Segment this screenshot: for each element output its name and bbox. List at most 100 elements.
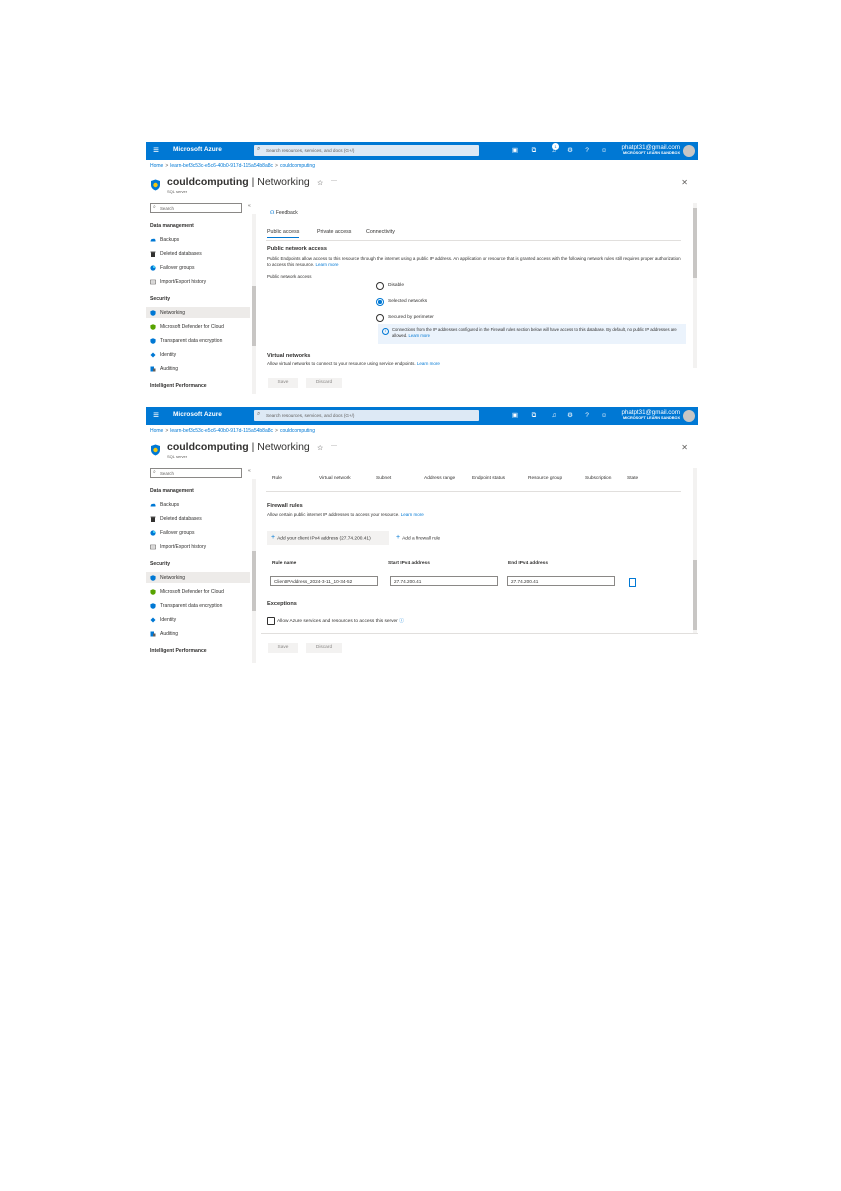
close-icon[interactable]: ✕ — [681, 443, 688, 452]
sidebar-item-import-export[interactable]: Import/Export history — [146, 276, 250, 287]
vnet-col-rule[interactable]: Rule — [272, 476, 282, 481]
end-ip-input[interactable]: 27.74.200.41 — [507, 576, 615, 586]
menu-group-data-management: Data management — [150, 223, 194, 229]
brand-link[interactable]: Microsoft Azure — [173, 411, 222, 418]
help-icon[interactable]: ? — [582, 411, 592, 421]
vnet-col-resource-group[interactable]: Resource group — [528, 476, 562, 481]
more-options-icon[interactable]: ··· — [331, 178, 337, 184]
allow-azure-services-checkbox[interactable] — [267, 617, 275, 625]
firewall-learn-more-link[interactable]: Learn more — [401, 512, 424, 517]
sql-server-shield-icon — [151, 179, 160, 191]
help-icon[interactable]: ? — [582, 146, 592, 156]
add-client-ip-button[interactable]: + Add your client IPv4 address (27.74.200… — [267, 531, 389, 545]
sidebar-item-deleted-databases[interactable]: Deleted databases — [146, 248, 250, 259]
vnet-col-subnet[interactable]: Subnet — [376, 476, 391, 481]
cloud-shell-icon[interactable]: ▣ — [510, 411, 520, 421]
sidebar-item-label: Microsoft Defender for Cloud — [160, 589, 224, 595]
sidebar-item-identity[interactable]: Identity — [146, 349, 250, 360]
vnet-col-virtual-network[interactable]: Virtual network — [319, 476, 351, 481]
sidebar-item-tde[interactable]: Transparent data encryption — [146, 600, 250, 611]
global-search-input[interactable]: ⌕ Search resources, services, and docs (… — [254, 410, 479, 421]
close-icon[interactable]: ✕ — [681, 178, 688, 187]
sidebar-item-networking[interactable]: Networking — [146, 572, 250, 583]
radio-selected-networks[interactable] — [376, 298, 384, 306]
menu-search-input[interactable]: ⌕ Search — [150, 468, 242, 478]
breadcrumb-home[interactable]: Home — [150, 163, 163, 169]
avatar[interactable] — [683, 145, 695, 157]
collapse-menu-icon[interactable]: « — [248, 468, 251, 474]
collapse-menu-icon[interactable]: « — [248, 203, 251, 209]
menu-scrollbar-thumb[interactable] — [252, 551, 256, 611]
vnet-col-address-range[interactable]: Address range — [424, 476, 455, 481]
info-learn-more-link[interactable]: Learn more — [409, 333, 430, 338]
sidebar-item-backups[interactable]: Backups — [146, 499, 250, 510]
feedback-button[interactable]: ☊ Feedback — [270, 210, 298, 216]
favorite-star-icon[interactable]: ☆ — [317, 444, 323, 452]
page-title: couldcomputing | Networking — [167, 176, 310, 188]
content-scrollbar-thumb[interactable] — [693, 208, 697, 278]
hamburger-menu-icon[interactable]: ≡ — [150, 144, 162, 158]
directory-filter-icon[interactable]: ⧉ — [529, 146, 539, 156]
sidebar-item-deleted-databases[interactable]: Deleted databases — [146, 513, 250, 524]
auditing-icon — [150, 631, 156, 636]
discard-button[interactable]: Discard — [306, 378, 342, 388]
sidebar-item-tde[interactable]: Transparent data encryption — [146, 335, 250, 346]
breadcrumb-home[interactable]: Home — [150, 428, 163, 434]
feedback-person-icon[interactable]: ☺ — [599, 146, 609, 156]
learn-more-link[interactable]: Learn more — [316, 262, 339, 267]
directory-filter-icon[interactable]: ⧉ — [529, 411, 539, 421]
breadcrumb-server[interactable]: couldcomputing — [280, 428, 315, 434]
sidebar-item-auditing[interactable]: Auditing — [146, 363, 250, 374]
save-button[interactable]: Save — [268, 378, 298, 388]
radio-disable[interactable] — [376, 282, 384, 290]
hamburger-menu-icon[interactable]: ≡ — [150, 409, 162, 423]
vnet-col-state[interactable]: State — [627, 476, 638, 481]
sidebar-item-defender[interactable]: Microsoft Defender for Cloud — [146, 321, 250, 332]
account-menu[interactable]: phatpt31@gmail.com MICROSOFT LEARN SANDB… — [621, 144, 680, 156]
avatar[interactable] — [683, 410, 695, 422]
sidebar-item-label: Auditing — [160, 366, 179, 372]
delete-rule-trash-icon[interactable] — [629, 578, 636, 587]
cloud-shell-icon[interactable]: ▣ — [510, 146, 520, 156]
add-firewall-rule-button[interactable]: + Add a firewall rule — [392, 531, 452, 545]
brand-link[interactable]: Microsoft Azure — [173, 146, 222, 153]
menu-scrollbar-thumb[interactable] — [252, 286, 256, 346]
menu-search-input[interactable]: ⌕ Search — [150, 203, 242, 213]
breadcrumb-resource-group[interactable]: learn-bef3c53c-e5c6-40b0-917d-115a54b8a8… — [170, 428, 273, 434]
sidebar-item-failover-groups[interactable]: Failover groups — [146, 262, 250, 273]
settings-gear-icon[interactable]: ⚙ — [565, 146, 575, 156]
radio-secured-by-perimeter[interactable] — [376, 314, 384, 322]
vnet-learn-more-link[interactable]: Learn more — [417, 361, 440, 366]
sidebar-item-failover-groups[interactable]: Failover groups — [146, 527, 250, 538]
notifications-bell-icon[interactable]: ♫ — [549, 411, 559, 421]
sidebar-item-networking[interactable]: Networking — [146, 307, 250, 318]
favorite-star-icon[interactable]: ☆ — [317, 179, 323, 187]
rule-name-input[interactable]: ClientIPAddress_2024-3-11_10-34-52 — [270, 576, 378, 586]
vnet-col-endpoint-status[interactable]: Endpoint status — [472, 476, 505, 481]
sidebar-item-label: Identity — [160, 352, 177, 358]
vnet-col-subscription[interactable]: Subscription — [585, 476, 611, 481]
feedback-person-icon[interactable]: ☺ — [599, 411, 609, 421]
sidebar-item-import-export[interactable]: Import/Export history — [146, 541, 250, 552]
start-ip-input[interactable]: 27.74.200.41 — [390, 576, 498, 586]
more-options-icon[interactable]: ··· — [331, 443, 337, 449]
sidebar-item-defender[interactable]: Microsoft Defender for Cloud — [146, 586, 250, 597]
sidebar-item-identity[interactable]: Identity — [146, 614, 250, 625]
tab-connectivity[interactable]: Connectivity — [366, 229, 395, 235]
settings-gear-icon[interactable]: ⚙ — [565, 411, 575, 421]
sidebar-item-backups[interactable]: Backups — [146, 234, 250, 245]
global-search-input[interactable]: ⌕ Search resources, services, and docs (… — [254, 145, 479, 156]
content-scrollbar-thumb[interactable] — [693, 560, 697, 630]
sidebar-item-label: Transparent data encryption — [160, 603, 223, 609]
tab-public-access[interactable]: Public access — [267, 229, 300, 238]
info-circle-icon[interactable]: ⓘ — [399, 619, 404, 624]
sidebar-item-label: Networking — [160, 310, 186, 316]
breadcrumb-server[interactable]: couldcomputing — [280, 163, 315, 169]
tab-private-access[interactable]: Private access — [317, 229, 351, 235]
discard-button[interactable]: Discard — [306, 643, 342, 653]
save-button[interactable]: Save — [268, 643, 298, 653]
account-menu[interactable]: phatpt31@gmail.com MICROSOFT LEARN SANDB… — [621, 409, 680, 421]
backups-icon — [150, 503, 156, 506]
breadcrumb-resource-group[interactable]: learn-bef3c53c-e5c6-40b0-917d-115a54b8a8… — [170, 163, 273, 169]
sidebar-item-auditing[interactable]: Auditing — [146, 628, 250, 639]
